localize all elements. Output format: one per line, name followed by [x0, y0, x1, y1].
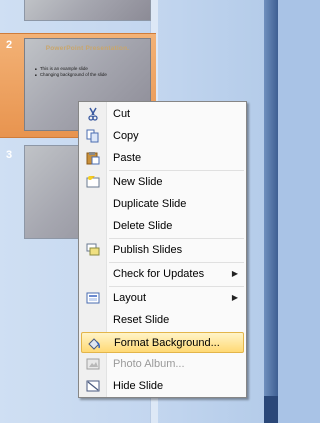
slide-title: PowerPoint Presentation. — [45, 45, 130, 52]
menu-separator — [109, 170, 244, 171]
menu-item-copy[interactable]: Copy — [81, 126, 244, 147]
hide-slide-icon — [85, 379, 101, 393]
submenu-arrow-icon: ▶ — [231, 269, 238, 278]
menu-item-paste[interactable]: Paste — [81, 148, 244, 169]
menu-item-delete-slide[interactable]: Delete Slide — [81, 216, 244, 237]
menu-item-publish-slides[interactable]: Publish Slides — [81, 240, 244, 261]
menu-item-layout[interactable]: Layout ▶ — [81, 288, 244, 309]
menu-item-hide-slide[interactable]: Hide Slide — [81, 376, 244, 397]
menu-item-photo-album[interactable]: Photo Album... — [81, 354, 244, 375]
context-menu: Cut Copy Paste New Slide Duplicate Slide… — [78, 101, 247, 398]
menu-separator — [109, 262, 244, 263]
slide-number-2: 2 — [6, 39, 13, 51]
menu-separator — [109, 238, 244, 239]
menu-item-check-for-updates[interactable]: Check for Updates ▶ — [81, 264, 244, 285]
menu-item-duplicate-slide[interactable]: Duplicate Slide — [81, 194, 244, 215]
copy-icon — [85, 129, 101, 143]
slide-bullet: Changing background of the slide — [35, 72, 107, 77]
slide-bullet: This is an example slide — [35, 66, 88, 71]
slide-thumbnail-1[interactable] — [24, 0, 151, 21]
submenu-arrow-icon: ▶ — [231, 293, 238, 302]
slide-number-3: 3 — [6, 149, 13, 161]
format-background-icon — [86, 336, 102, 350]
editor-edge — [264, 0, 278, 423]
menu-separator — [109, 286, 244, 287]
layout-icon — [85, 291, 101, 305]
menu-item-reset-slide[interactable]: Reset Slide — [81, 310, 244, 331]
publish-slides-icon — [85, 243, 101, 257]
menu-item-cut[interactable]: Cut — [81, 104, 244, 125]
new-slide-icon — [85, 175, 101, 189]
photo-album-icon — [85, 357, 101, 371]
menu-item-format-background[interactable]: Format Background... — [81, 332, 244, 353]
paste-icon — [85, 151, 101, 165]
scissors-icon — [85, 107, 101, 121]
menu-item-new-slide[interactable]: New Slide — [81, 172, 244, 193]
